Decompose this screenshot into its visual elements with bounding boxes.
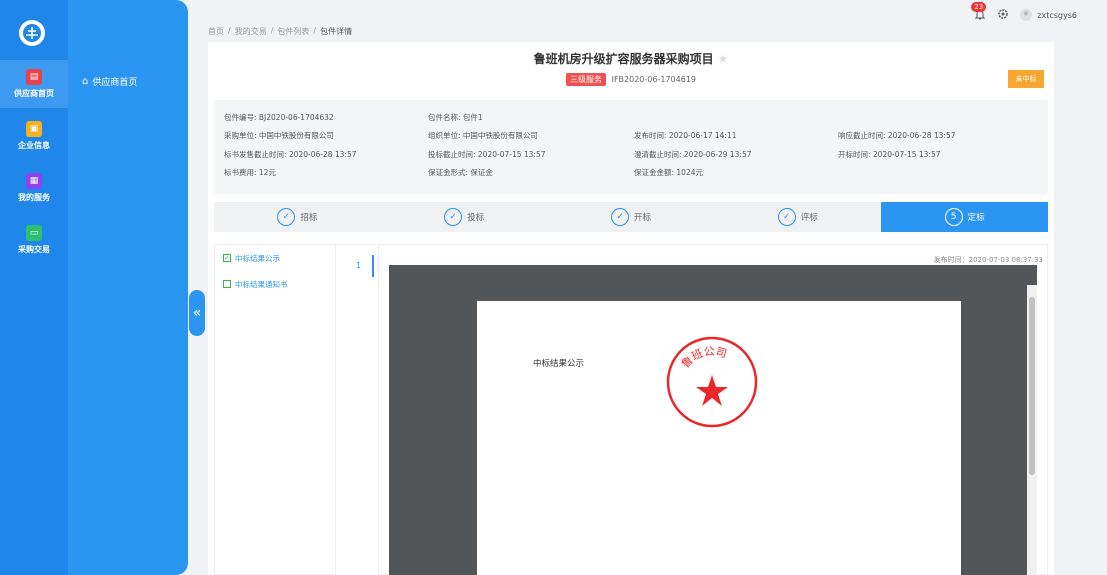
step-award[interactable]: 5 定标 [881, 202, 1048, 232]
home-icon: ▤ [26, 69, 42, 85]
checkbox-icon[interactable] [223, 280, 231, 288]
viewer-publish-time: 发布时间：2020-07-03 08:37:33 [933, 256, 1043, 264]
step-evaluate[interactable]: ✓ 评标 [714, 202, 881, 232]
document-viewer: 发布时间：2020-07-03 08:37:33 中标结果公示 鲁班公司 [378, 244, 1048, 575]
svg-text:鲁班公司: 鲁班公司 [678, 345, 728, 371]
check-icon: ✓ [610, 208, 629, 226]
doc-title: 中标结果公示 [533, 359, 585, 369]
rail-label: 我的服务 [18, 193, 50, 202]
organizer: 组织单位: 中国中铁股份有限公司 [428, 131, 538, 140]
bid-deadline: 投标截止时间: 2020-07-15 13:57 [428, 150, 546, 159]
breadcrumb: 首页 / 我的交易 / 包件列表 / 包件详情 [208, 26, 353, 37]
app-rail: ▤ 供应商首页 ▣ 企业信息 ▦ 我的服务 ▭ 采购交易 [0, 0, 68, 575]
services-icon: ▦ [26, 173, 42, 189]
procurement-icon: ▭ [26, 225, 42, 241]
page-title: 鲁班机房升级扩容服务器采购项目 ★ [208, 50, 1054, 67]
breadcrumb-package-list[interactable]: 包件列表 [277, 26, 309, 37]
breadcrumb-my-trades[interactable]: 我的交易 [235, 26, 267, 37]
viewer-scrollbar[interactable] [1027, 285, 1037, 575]
breadcrumb-package-detail: 包件详情 [320, 27, 353, 36]
clarify-deadline: 澄清截止时间: 2020-06-29 13:57 [634, 150, 752, 159]
settings-button[interactable] [997, 8, 1009, 22]
deposit-amount: 保证金金额: 1024元 [634, 168, 703, 177]
project-subline: 三级服务 IFB2020-06-1704619 [208, 73, 1054, 86]
doc-item-award-letter[interactable]: 中标结果通知书 [215, 271, 335, 297]
avatar-icon [1020, 9, 1033, 21]
sub-item-label: 供应商首页 [92, 77, 138, 88]
rail-label: 供应商首页 [14, 89, 54, 98]
notification-badge: 23 [971, 2, 987, 12]
package-no: 包件编号: BJ2020-06-1704632 [224, 113, 334, 122]
pdf-canvas[interactable]: 中标结果公示 鲁班公司 [389, 265, 1037, 575]
logo-icon [23, 24, 41, 42]
breadcrumb-home[interactable]: 首页 [208, 26, 224, 37]
page-number[interactable]: 1 [356, 261, 361, 270]
document-list: ✓ 中标结果公示 中标结果通知书 [214, 244, 336, 575]
step-bid[interactable]: ✓ 投标 [381, 202, 548, 232]
username: zxtcsgys6 [1037, 10, 1077, 20]
rail-item-my-services[interactable]: ▦ 我的服务 [0, 164, 68, 212]
rail-item-procurement[interactable]: ▭ 采购交易 [0, 216, 68, 264]
gear-icon [998, 9, 1009, 19]
project-title: 鲁班机房升级扩容服务器采购项目 [533, 52, 714, 66]
project-code: IFB2020-06-1704619 [611, 75, 696, 84]
status-badge: 未中标 [1008, 70, 1044, 88]
check-icon: ✓ [777, 208, 796, 226]
response-deadline: 响应截止时间: 2020-06-28 13:57 [838, 131, 956, 140]
company-seal: 鲁班公司 [666, 336, 758, 428]
check-icon: ✓ [444, 208, 463, 226]
notification-button[interactable]: 23 [971, 2, 987, 22]
open-time: 开标时间: 2020-07-15 13:57 [838, 150, 941, 159]
sub-panel: ⌂ 供应商首页 [68, 0, 188, 575]
progress-steps: ✓ 招标 ✓ 投标 ✓ 开标 ✓ 评标 5 定标 [214, 202, 1048, 232]
double-chevron-left-icon: « [192, 305, 202, 321]
deposit-form: 保证金形式: 保证金 [428, 168, 493, 177]
collapse-sidebar-button[interactable]: « [189, 290, 205, 336]
package-info-panel: 包件编号: BJ2020-06-1704632 包件名称: 包件1 采购单位: … [214, 100, 1048, 194]
rail-item-company-info[interactable]: ▣ 企业信息 [0, 112, 68, 160]
step-tender[interactable]: ✓ 招标 [214, 202, 381, 232]
star-icon[interactable]: ★ [718, 52, 729, 66]
step-number: 5 [944, 208, 963, 226]
rail-label: 企业信息 [18, 141, 50, 150]
service-tag: 三级服务 [566, 73, 607, 86]
house-icon: ⌂ [82, 75, 89, 87]
company-icon: ▣ [26, 121, 42, 137]
app-logo[interactable] [19, 20, 45, 46]
checkbox-icon[interactable]: ✓ [223, 254, 231, 262]
page-thumbnails: 1 [336, 244, 374, 575]
package-detail-card: 鲁班机房升级扩容服务器采购项目 ★ 三级服务 IFB2020-06-1704619… [208, 42, 1054, 575]
rail-label: 采购交易 [18, 245, 50, 254]
active-page-indicator [372, 255, 374, 277]
check-icon: ✓ [277, 208, 296, 226]
scroll-thumb[interactable] [1029, 297, 1035, 475]
package-name: 包件名称: 包件1 [428, 113, 483, 122]
rail-item-supplier-home[interactable]: ▤ 供应商首页 [0, 60, 68, 108]
top-right-toolbar: 23 zxtcsgys6 [971, 2, 1077, 22]
sub-item-supplier-home[interactable]: ⌂ 供应商首页 [68, 64, 188, 98]
step-open[interactable]: ✓ 开标 [548, 202, 715, 232]
user-menu[interactable]: zxtcsgys6 [1019, 8, 1077, 22]
publish-time: 发布时间: 2020-06-17 14:11 [634, 131, 737, 140]
buyer: 采购单位: 中国中铁股份有限公司 [224, 131, 334, 140]
pdf-page: 中标结果公示 鲁班公司 [477, 301, 961, 575]
doc-fee: 标书费用: 12元 [224, 168, 276, 177]
doc-sale-deadline: 标书发售截止时间: 2020-06-28 13:57 [224, 150, 357, 159]
doc-item-award-notice[interactable]: ✓ 中标结果公示 [215, 245, 335, 271]
